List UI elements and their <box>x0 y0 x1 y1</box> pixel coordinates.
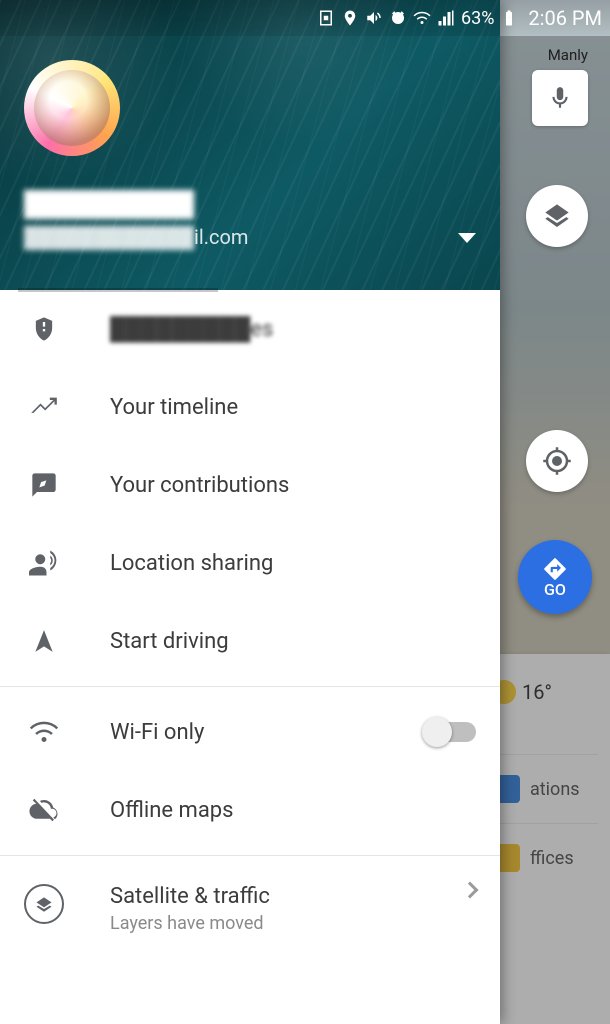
navigation-arrow-icon <box>31 628 57 654</box>
menu-start-driving[interactable]: Start driving <box>0 602 500 680</box>
menu-offline-maps[interactable]: Offline maps <box>0 771 500 849</box>
account-name: ██████████ <box>24 190 476 219</box>
navigation-drawer: ██████████ ████████████il.com █████████e… <box>0 0 500 1024</box>
my-location-button[interactable] <box>526 430 588 492</box>
signal-icon <box>437 9 455 27</box>
go-label: GO <box>544 580 566 599</box>
menu-your-places[interactable]: █████████es <box>0 290 500 368</box>
menu-item-label: Wi-Fi only <box>110 720 204 745</box>
menu-item-label: █████████es <box>110 316 273 342</box>
voice-search-button[interactable] <box>532 70 588 126</box>
menu-item-label: Your timeline <box>110 395 238 420</box>
account-email: ████████████il.com <box>24 225 248 250</box>
wifi-only-toggle[interactable] <box>426 722 476 742</box>
location-share-icon <box>29 548 59 578</box>
crosshair-icon <box>542 446 572 476</box>
battery-percentage: 63% <box>461 8 494 29</box>
microphone-icon <box>547 85 573 111</box>
menu-timeline[interactable]: Your timeline <box>0 368 500 446</box>
wifi-status-icon <box>413 9 431 27</box>
menu-item-label: Start driving <box>110 629 229 654</box>
drawer-menu: █████████es Your timeline Your contribut… <box>0 290 500 1024</box>
menu-item-subtitle: Layers have moved <box>110 913 270 934</box>
alarm-icon <box>389 9 407 27</box>
bookmark-shield-icon <box>30 315 58 343</box>
directions-icon <box>542 556 568 582</box>
menu-divider <box>0 855 500 856</box>
go-directions-button[interactable]: GO <box>518 540 592 614</box>
app-notification-icon <box>317 9 335 27</box>
account-dropdown-icon[interactable] <box>458 233 476 243</box>
chevron-right-icon <box>462 882 479 899</box>
menu-wifi-only[interactable]: Wi-Fi only <box>0 693 500 771</box>
map-layers-button[interactable] <box>526 185 588 247</box>
menu-item-label: Offline maps <box>110 798 234 823</box>
drawer-header[interactable]: ██████████ ████████████il.com <box>0 0 500 290</box>
layers-circle-icon <box>24 884 64 924</box>
wifi-icon <box>29 717 59 747</box>
status-bar: 63% 2:06 PM <box>0 0 610 36</box>
location-icon <box>341 9 359 27</box>
menu-divider <box>0 686 500 687</box>
menu-item-label: Location sharing <box>110 551 273 576</box>
status-time: 2:06 PM <box>528 6 602 30</box>
cloud-off-icon <box>29 795 59 825</box>
review-edit-icon <box>30 471 58 499</box>
battery-icon <box>500 9 518 27</box>
avatar[interactable] <box>24 60 120 156</box>
menu-satellite-traffic[interactable]: Satellite & traffic Layers have moved <box>0 862 500 954</box>
tab-indicator <box>18 288 218 292</box>
layers-icon <box>543 202 571 230</box>
menu-item-label: Your contributions <box>110 473 289 498</box>
menu-item-label: Satellite & traffic <box>110 884 270 909</box>
menu-location-sharing[interactable]: Location sharing <box>0 524 500 602</box>
layers-icon <box>34 894 54 914</box>
timeline-icon <box>30 393 58 421</box>
menu-contributions[interactable]: Your contributions <box>0 446 500 524</box>
mute-icon <box>365 9 383 27</box>
